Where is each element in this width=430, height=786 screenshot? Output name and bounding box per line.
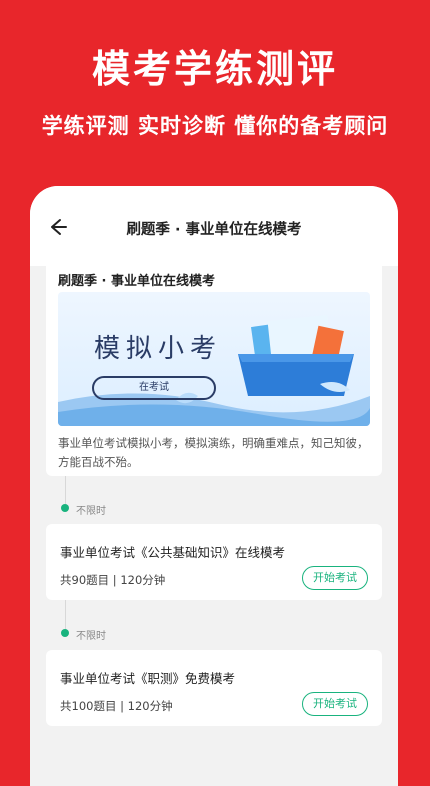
timeline-dot [61, 504, 69, 512]
exam-meta: 共100题目 | 120分钟 [60, 699, 173, 713]
start-exam-button[interactable]: 开始考试 [302, 692, 368, 716]
exam-meta: 共90题目 | 120分钟 [60, 573, 166, 587]
time-label: 不限时 [76, 506, 106, 517]
exam-title: 事业单位考试《职测》免费模考 [60, 671, 236, 686]
intro-card-title: 刷题季 · 事业单位在线模考 [58, 274, 215, 289]
exam-card[interactable]: 事业单位考试《公共基础知识》在线模考 共90题目 | 120分钟 开始考试 [46, 524, 382, 600]
exam-card[interactable]: 事业单位考试《职测》免费模考 共100题目 | 120分钟 开始考试 [46, 650, 382, 726]
intro-card[interactable]: 刷题季 · 事业单位在线模考 模拟小考 在考试 事业单位考试模拟小考，模拟演练，… [46, 258, 382, 476]
banner-heading: 模拟小考 [94, 334, 223, 364]
navbar: 刷题季 · 事业单位在线模考 [30, 186, 398, 266]
hero-subtitle: 学练评测 实时诊断 懂你的备考顾问 [41, 114, 389, 138]
hero-title: 模考学练测评 [91, 47, 338, 91]
timeline-line [65, 476, 66, 504]
banner-pill: 在考试 [92, 376, 216, 400]
timeline-dot [61, 629, 69, 637]
phone-frame: 刷题季 · 事业单位在线模考 刷题季 · 事业单位在线模考 模拟小考 在考试 事… [30, 186, 398, 786]
page-title: 刷题季 · 事业单位在线模考 [126, 222, 302, 238]
mock-exam-banner: 模拟小考 在考试 [58, 292, 370, 426]
time-label: 不限时 [76, 631, 106, 642]
timeline-line [65, 600, 66, 630]
start-exam-button[interactable]: 开始考试 [302, 566, 368, 590]
exam-title: 事业单位考试《公共基础知识》在线模考 [60, 545, 286, 560]
intro-description: 事业单位考试模拟小考，模拟演练，明确重难点，知己知彼，方能百战不殆。 [58, 436, 369, 469]
